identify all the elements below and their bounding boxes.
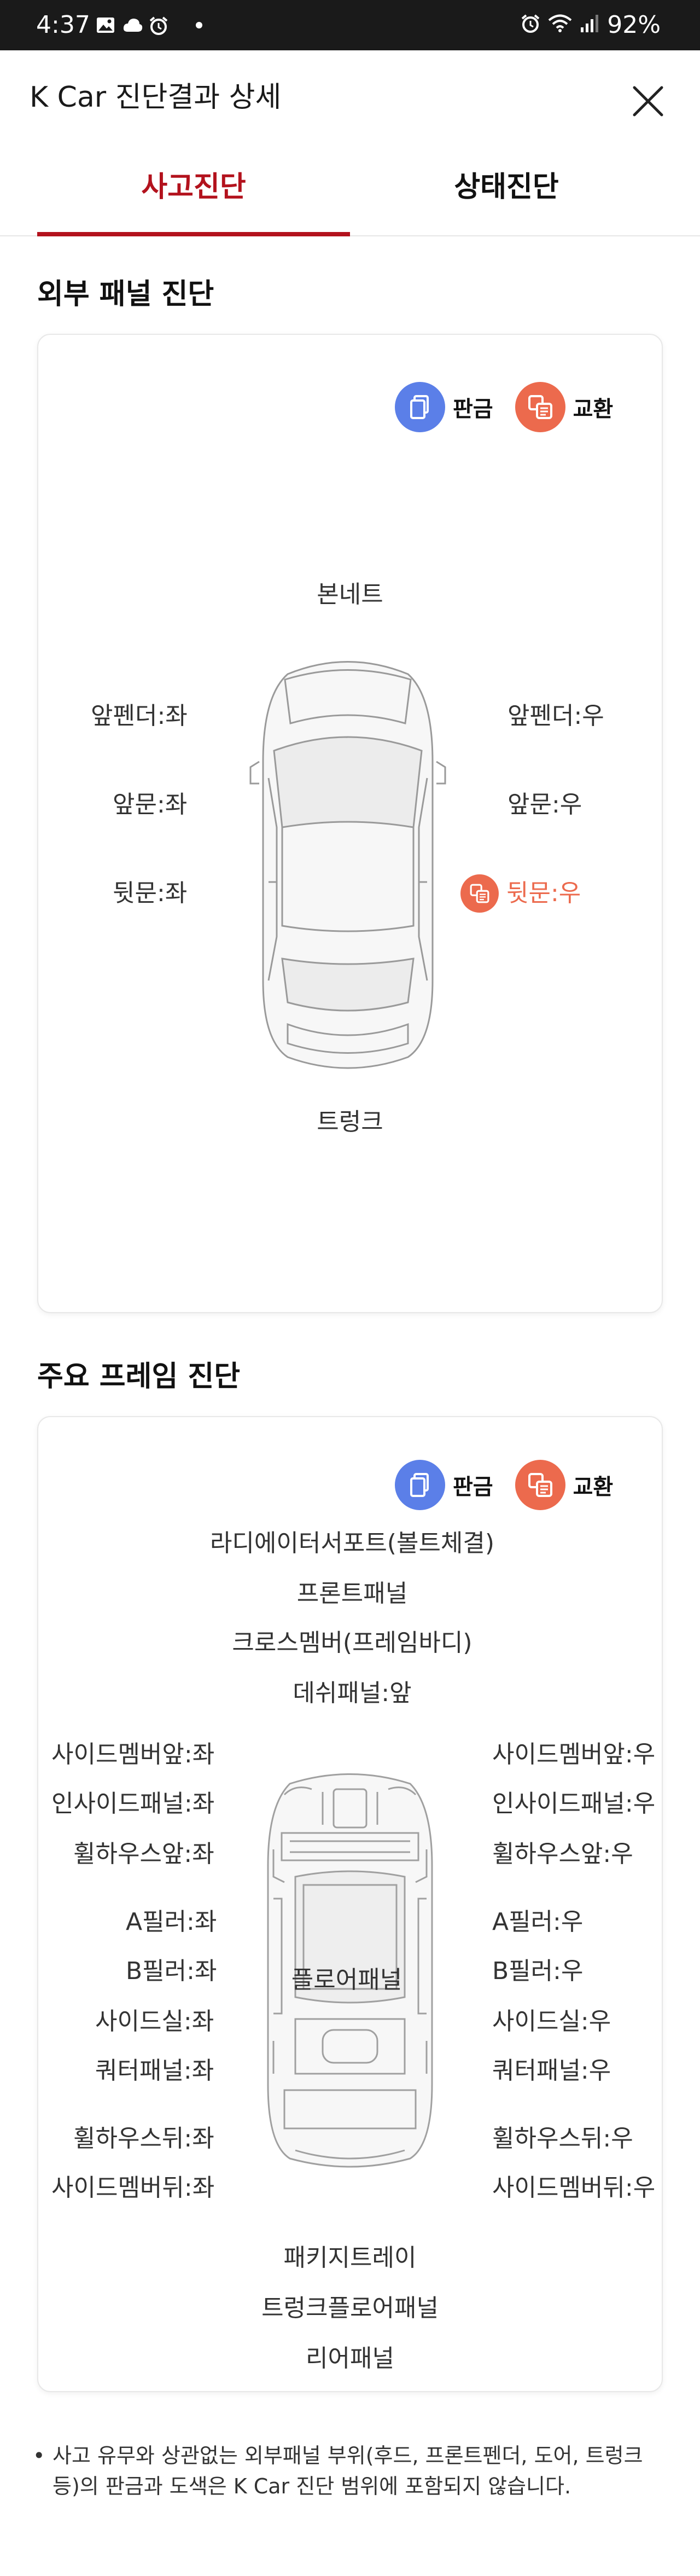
frame-package-tray: 패키지트레이 xyxy=(283,2244,417,2272)
exterior-legend: 판금 교환 xyxy=(395,382,613,432)
frame-rear-panel: 리어패널 xyxy=(306,2345,394,2372)
legend-replace-label: 교환 xyxy=(573,1475,614,1500)
frame-right-item: 인사이드패널:우 xyxy=(492,1790,656,1818)
diagnosis-tabs: 사고진단 상태진단 xyxy=(0,154,700,236)
alarm-icon xyxy=(149,16,168,35)
footnote-bullet: • xyxy=(33,2444,45,2468)
tab-accident-diagnosis[interactable]: 사고진단 xyxy=(37,171,350,204)
frame-right-item: A필러:우 xyxy=(492,1908,584,1936)
frame-floor-panel: 플로어패널 xyxy=(291,1966,402,1994)
frame-left-item: 휠하우스앞:좌 xyxy=(73,1840,214,1868)
frame-right-item: B필러:우 xyxy=(492,1957,584,1985)
close-button[interactable] xyxy=(629,82,667,120)
frame-front-panel: 프론트패널 xyxy=(296,1580,408,1608)
close-icon xyxy=(633,86,663,117)
panel-repair-icon xyxy=(395,1460,445,1510)
status-system-icons: 92% xyxy=(521,13,661,37)
frame-radiator-support: 라디에이터서포트(볼트체결) xyxy=(209,1529,495,1557)
replace-marker xyxy=(460,874,499,913)
legend-replace-label: 교환 xyxy=(573,397,614,422)
frame-left-item: A필러:좌 xyxy=(126,1908,217,1936)
wifi-icon xyxy=(548,13,572,37)
frame-right-item: 쿼터패널:우 xyxy=(492,2057,611,2085)
replace-icon xyxy=(470,884,489,903)
frame-left-item: 인사이드패널:좌 xyxy=(51,1790,215,1818)
part-hood: 본네트 xyxy=(317,581,383,608)
exterior-section-title: 외부 패널 진단 xyxy=(37,278,214,311)
part-front-door-right: 앞문:우 xyxy=(508,791,582,819)
replace-icon xyxy=(515,1460,565,1510)
frame-right-item: 사이드멤버앞:우 xyxy=(492,1740,656,1768)
footnote-text: 사고 유무와 상관없는 외부패널 부위(후드, 프론트펜더, 도어, 트렁크 등… xyxy=(52,2444,643,2498)
frame-right-item: 휠하우스뒤:우 xyxy=(492,2125,633,2153)
legend-repair: 판금 xyxy=(395,382,493,432)
frame-left-item: 쿼터패널:좌 xyxy=(95,2057,214,2085)
part-trunk: 트렁크 xyxy=(317,1108,383,1136)
frame-section-title: 주요 프레임 진단 xyxy=(37,1360,241,1393)
replace-icon xyxy=(515,382,565,432)
alarm-icon xyxy=(521,13,540,37)
cloud-icon xyxy=(122,16,143,34)
part-rear-door-left: 뒷문:좌 xyxy=(113,879,188,907)
frame-dash-panel: 데쉬패널:앞 xyxy=(293,1679,412,1707)
frame-trunk-floor-panel: 트렁크플로어패널 xyxy=(261,2294,439,2322)
signal-icon xyxy=(580,13,599,37)
battery-percent: 92% xyxy=(607,11,661,39)
image-icon xyxy=(96,16,116,34)
frame-left-item: B필러:좌 xyxy=(126,1957,217,1985)
frame-left-item: 사이드멤버뒤:좌 xyxy=(51,2174,215,2202)
exterior-panel-card: 판금 교환 본네트 앞펜더:좌 앞펜더:우 앞문:좌 앞문:우 뒷문:좌 뒷문:… xyxy=(37,334,663,1313)
frame-right-item: 휠하우스앞:우 xyxy=(492,1840,633,1868)
legend-repair-label: 판금 xyxy=(453,397,493,422)
panel-repair-icon xyxy=(395,382,445,432)
part-rear-door-right: 뒷문:우 xyxy=(506,879,581,907)
legend-repair-label: 판금 xyxy=(453,1475,493,1500)
active-tab-indicator xyxy=(37,232,350,236)
tab-condition-diagnosis[interactable]: 상태진단 xyxy=(350,171,663,204)
legend-replace: 교환 xyxy=(515,382,614,432)
frame-card: 판금 교환 라디에이터서포트(볼트체결) 프론트패널 크로스멤버(프레임바디) … xyxy=(37,1416,663,2392)
status-notification-icons xyxy=(96,16,168,35)
frame-left-item: 사이드실:좌 xyxy=(95,2008,214,2035)
frame-left-item: 사이드멤버앞:좌 xyxy=(51,1740,215,1768)
frame-cross-member: 크로스멤버(프레임바디) xyxy=(232,1629,472,1657)
part-front-fender-left: 앞펜더:좌 xyxy=(91,702,188,730)
frame-right-item: 사이드실:우 xyxy=(492,2008,611,2035)
frame-legend: 판금 교환 xyxy=(395,1460,613,1510)
status-bar: 4:37 92% xyxy=(0,0,700,50)
frame-left-item: 휠하우스뒤:좌 xyxy=(73,2125,214,2153)
car-top-view-illustration xyxy=(249,661,446,1069)
part-front-fender-right: 앞펜더:우 xyxy=(508,702,604,730)
page-title: K Car 진단결과 상세 xyxy=(30,81,282,114)
status-time: 4:37 xyxy=(36,11,90,39)
legend-replace: 교환 xyxy=(515,1460,614,1510)
frame-right-item: 사이드멤버뒤:우 xyxy=(492,2174,656,2202)
page-header: K Car 진단결과 상세 xyxy=(0,50,700,154)
notification-dot xyxy=(196,22,202,28)
legend-repair: 판금 xyxy=(395,1460,493,1510)
part-front-door-left: 앞문:좌 xyxy=(113,791,188,819)
